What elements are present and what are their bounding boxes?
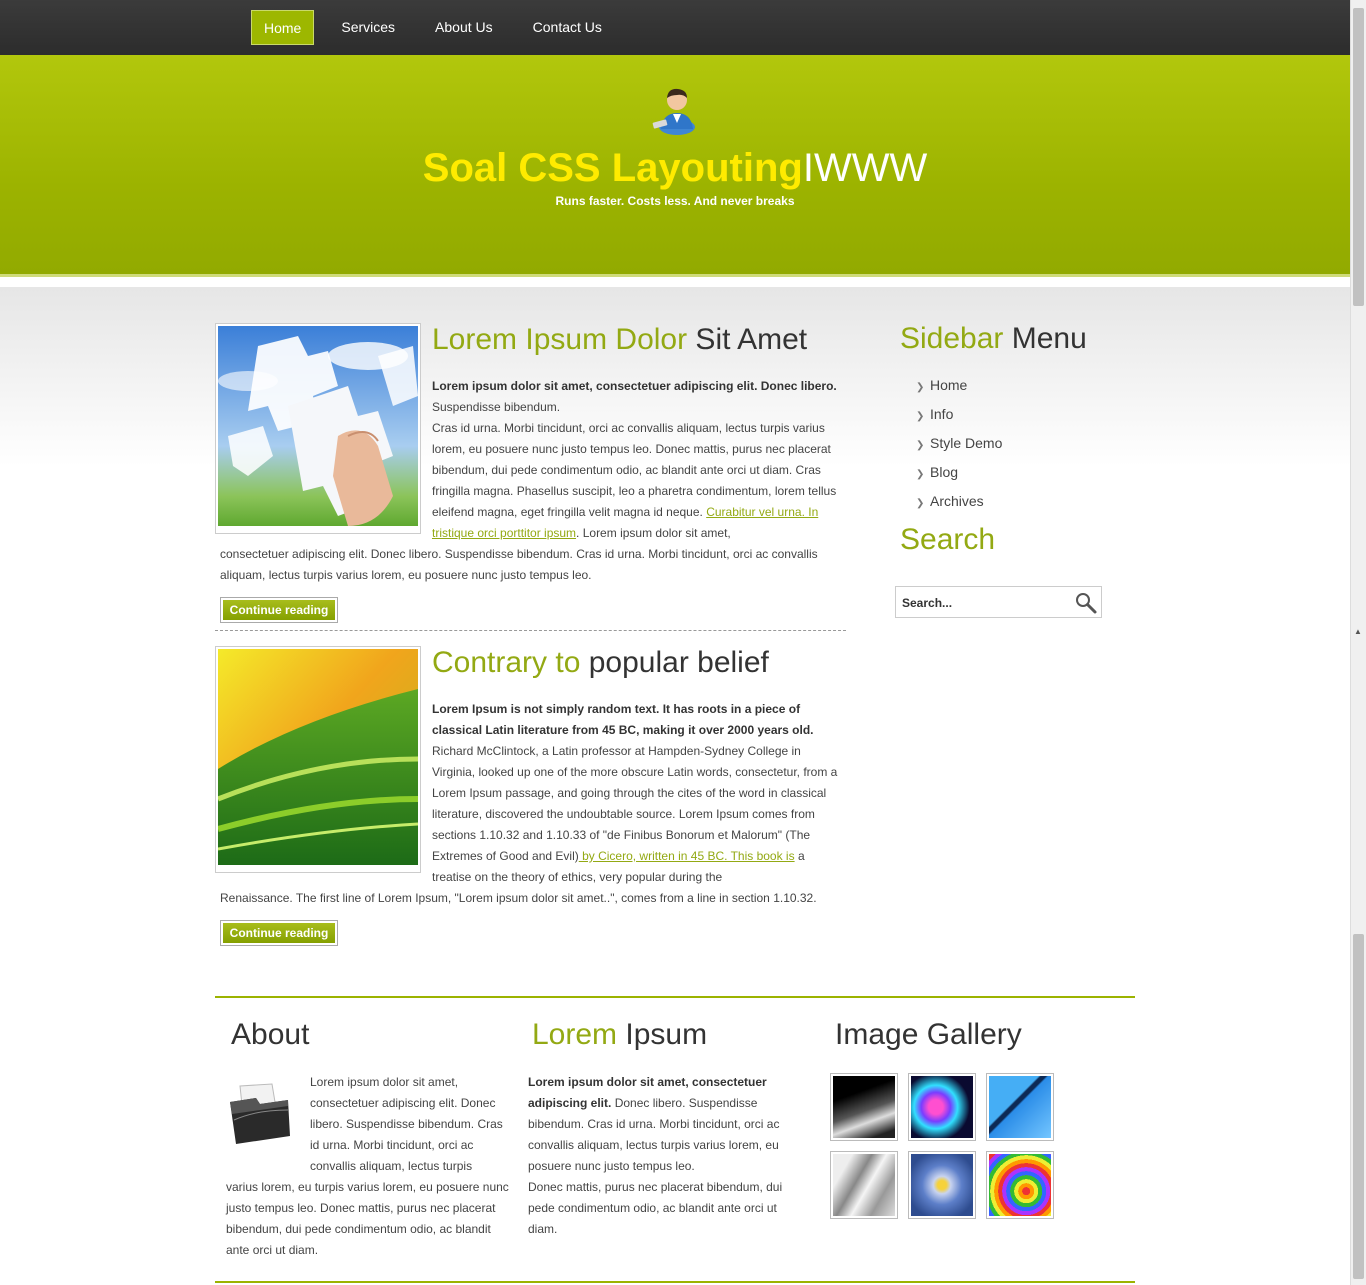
post-1-body: Lorem ipsum dolor sit amet, consectetuer… [432,376,842,544]
post-1-text-3: . Lorem ipsum dolor sit amet, [576,526,731,540]
chevron-right-icon: ❯ [916,382,925,393]
post-2-link[interactable]: by Cicero, written in 45 BC. This book i… [579,849,795,863]
footer-top-line [215,996,1135,998]
page-scrollbar[interactable]: ▲ [1350,0,1366,1285]
gallery-image-5[interactable] [908,1151,976,1219]
footer-about-title: About [231,1018,310,1051]
sidebar-item-archives[interactable]: ❯ Archives [916,490,1002,519]
chevron-right-icon: ❯ [916,469,925,480]
footer-lorem-text-2: Donec mattis, purus nec placerat bibendu… [528,1180,783,1236]
image-gallery [830,1073,1054,1219]
chevron-right-icon: ❯ [916,440,925,451]
post-2-body-wide: Renaissance. The first line of Lorem Ips… [220,891,817,905]
green-wave-image [217,649,419,865]
post-1-lead: Lorem ipsum dolor sit amet, consectetuer… [432,379,837,393]
sidebar-menu: ❯ Home ❯ Info ❯ Style Demo ❯ Blog ❯ Archives [916,374,1002,519]
post-2: Contrary to popular belief Lorem Ipsum i… [215,646,845,946]
nav-contact-us[interactable]: Contact Us [520,10,615,45]
sidebar-item-blog[interactable]: ❯ Blog [916,461,1002,490]
main-nav: Home Services About Us Contact Us [251,10,629,45]
sidebar-search-title: Search [900,523,996,556]
post-2-lead: Lorem Ipsum is not simply random text. I… [432,702,814,737]
footer-about-text-b: varius lorem, eu turpis varius lorem, eu… [226,1180,509,1257]
post-1-text-1: Suspendisse bibendum. [432,400,561,414]
site-tagline: Runs faster. Costs less. And never break… [555,194,795,208]
footer-bottom-line [215,1281,1135,1283]
post-1-title[interactable]: Lorem Ipsum Dolor Sit Amet [432,323,807,357]
nav-services[interactable]: Services [328,10,408,45]
gallery-image-4[interactable] [830,1151,898,1219]
site-title-white: IWWW [802,146,928,190]
post-2-continue-button[interactable]: Continue reading [220,920,338,946]
post-2-text-1: Richard McClintock, a Latin professor at… [432,744,838,863]
post-2-body: Lorem Ipsum is not simply random text. I… [432,699,844,888]
post-1: Lorem Ipsum Dolor Sit Amet Lorem ipsum d… [215,323,845,623]
post-2-image[interactable] [215,646,421,873]
sidebar-item-info[interactable]: ❯ Info [916,403,1002,432]
scroll-up-arrow-icon[interactable]: ▲ [1354,627,1362,636]
gallery-image-1[interactable] [830,1073,898,1141]
search-box [895,586,1102,618]
puzzle-image [218,326,418,526]
gallery-image-3[interactable] [986,1073,1054,1141]
search-icon[interactable] [1074,591,1098,615]
sidebar-item-style-demo[interactable]: ❯ Style Demo [916,432,1002,461]
gallery-image-6[interactable] [986,1151,1054,1219]
nav-about-us[interactable]: About Us [422,10,506,45]
chevron-right-icon: ❯ [916,498,925,509]
sidebar-menu-title: Sidebar Menu [900,322,1087,355]
user-icon [652,88,695,135]
footer-lorem-title: Lorem Ipsum [532,1018,708,1051]
gallery-image-2[interactable] [908,1073,976,1141]
post-2-title[interactable]: Contrary to popular belief [432,646,769,680]
site-title: Soal CSS LayoutingIWWW [0,146,1350,191]
scrollbar-thumb-top[interactable] [1353,8,1364,306]
post-1-image[interactable] [215,323,421,534]
scrollbar-thumb[interactable] [1353,934,1364,1279]
post-divider [215,630,846,631]
nav-home[interactable]: Home [251,10,315,45]
chevron-right-icon: ❯ [916,411,925,422]
site-title-yellow: Soal CSS Layouting [422,146,803,190]
post-1-continue-button[interactable]: Continue reading [220,597,338,623]
footer-lorem-text: Lorem ipsum dolor sit amet, consectetuer… [528,1072,793,1240]
search-input[interactable] [902,593,1062,613]
footer-gallery-title: Image Gallery [835,1018,1022,1051]
top-navbar: Home Services About Us Contact Us [0,0,1350,55]
sidebar-item-home[interactable]: ❯ Home [916,374,1002,403]
folder-icon [230,1083,290,1144]
footer-about-text-a: Lorem ipsum dolor sit amet, consectetuer… [310,1075,503,1173]
post-1-body-wide: consectetuer adipiscing elit. Donec libe… [220,547,818,582]
header-gap [0,277,1350,287]
